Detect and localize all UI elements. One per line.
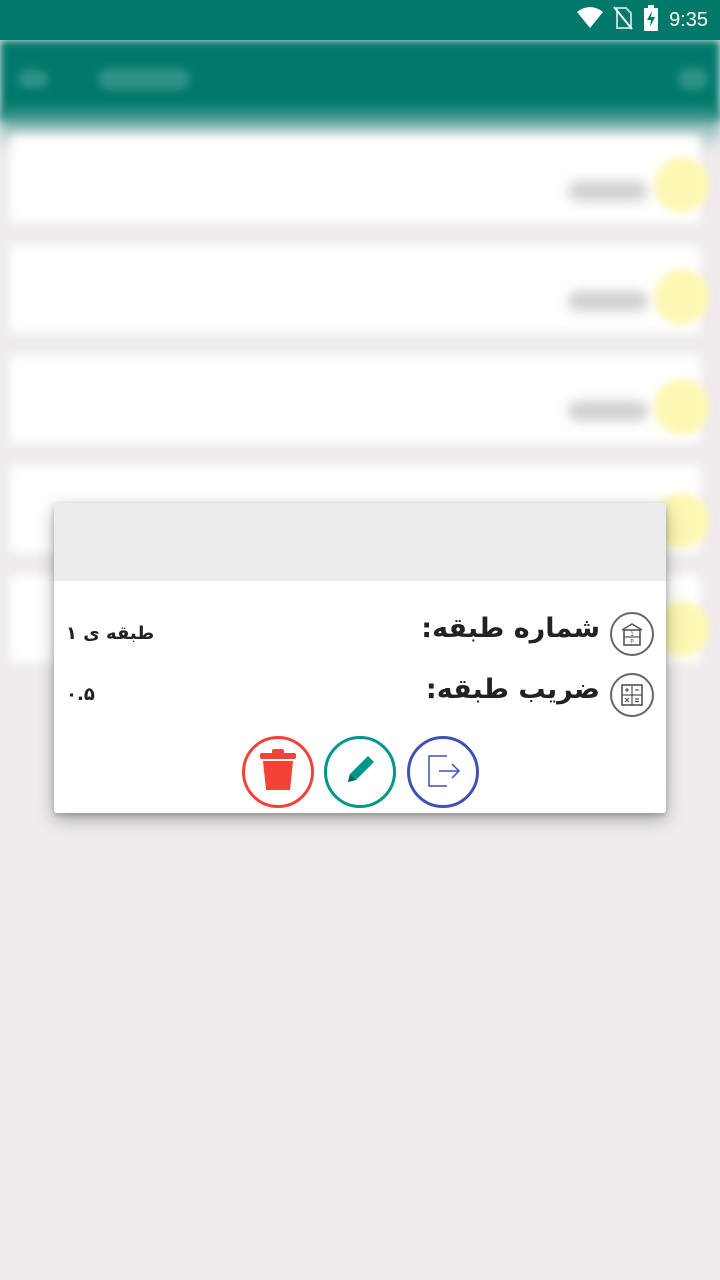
pencil-icon: [340, 750, 380, 794]
no-sim-icon: [613, 6, 633, 34]
list-item-avatar: [654, 157, 710, 213]
list-item: [10, 245, 700, 333]
floor-number-value: طبقه ی ۱: [66, 623, 155, 644]
battery-charging-icon: [643, 5, 659, 35]
enter-icon: [423, 750, 463, 794]
enter-button[interactable]: [407, 736, 479, 808]
list-item-text: [568, 181, 648, 201]
dialog-actions: [54, 736, 666, 808]
list-item-avatar: [654, 379, 710, 435]
trash-icon: [258, 748, 298, 796]
status-time: 9:35: [669, 8, 708, 31]
floor-number-icon: 1 P: [610, 612, 654, 656]
svg-text:1: 1: [630, 631, 634, 638]
floor-number-label: شماره طبقه:: [421, 613, 600, 644]
status-icons: 9:35: [577, 5, 708, 35]
status-bar: 9:35: [0, 0, 720, 40]
list-item-avatar: [654, 269, 710, 325]
svg-text:P: P: [630, 639, 634, 646]
list-item: [10, 355, 700, 443]
floor-details-dialog: 1 P شماره طبقه: طبقه ی ۱ ضریب طبقه: ۰.۵: [54, 503, 666, 813]
floor-coefficient-value: ۰.۵: [66, 684, 95, 705]
floor-number-row: 1 P شماره طبقه: طبقه ی ۱: [54, 609, 666, 661]
list-item-text: [568, 291, 648, 311]
app-bar: [0, 40, 720, 120]
calculator-icon: [610, 673, 654, 717]
floor-coefficient-row: ضریب طبقه: ۰.۵: [54, 670, 666, 722]
edit-button[interactable]: [324, 736, 396, 808]
delete-button[interactable]: [242, 736, 314, 808]
dialog-header: [54, 503, 666, 581]
list-item: [10, 135, 700, 223]
floor-coefficient-label: ضریب طبقه:: [425, 674, 600, 705]
list-item-text: [568, 401, 648, 421]
wifi-icon: [577, 7, 604, 33]
